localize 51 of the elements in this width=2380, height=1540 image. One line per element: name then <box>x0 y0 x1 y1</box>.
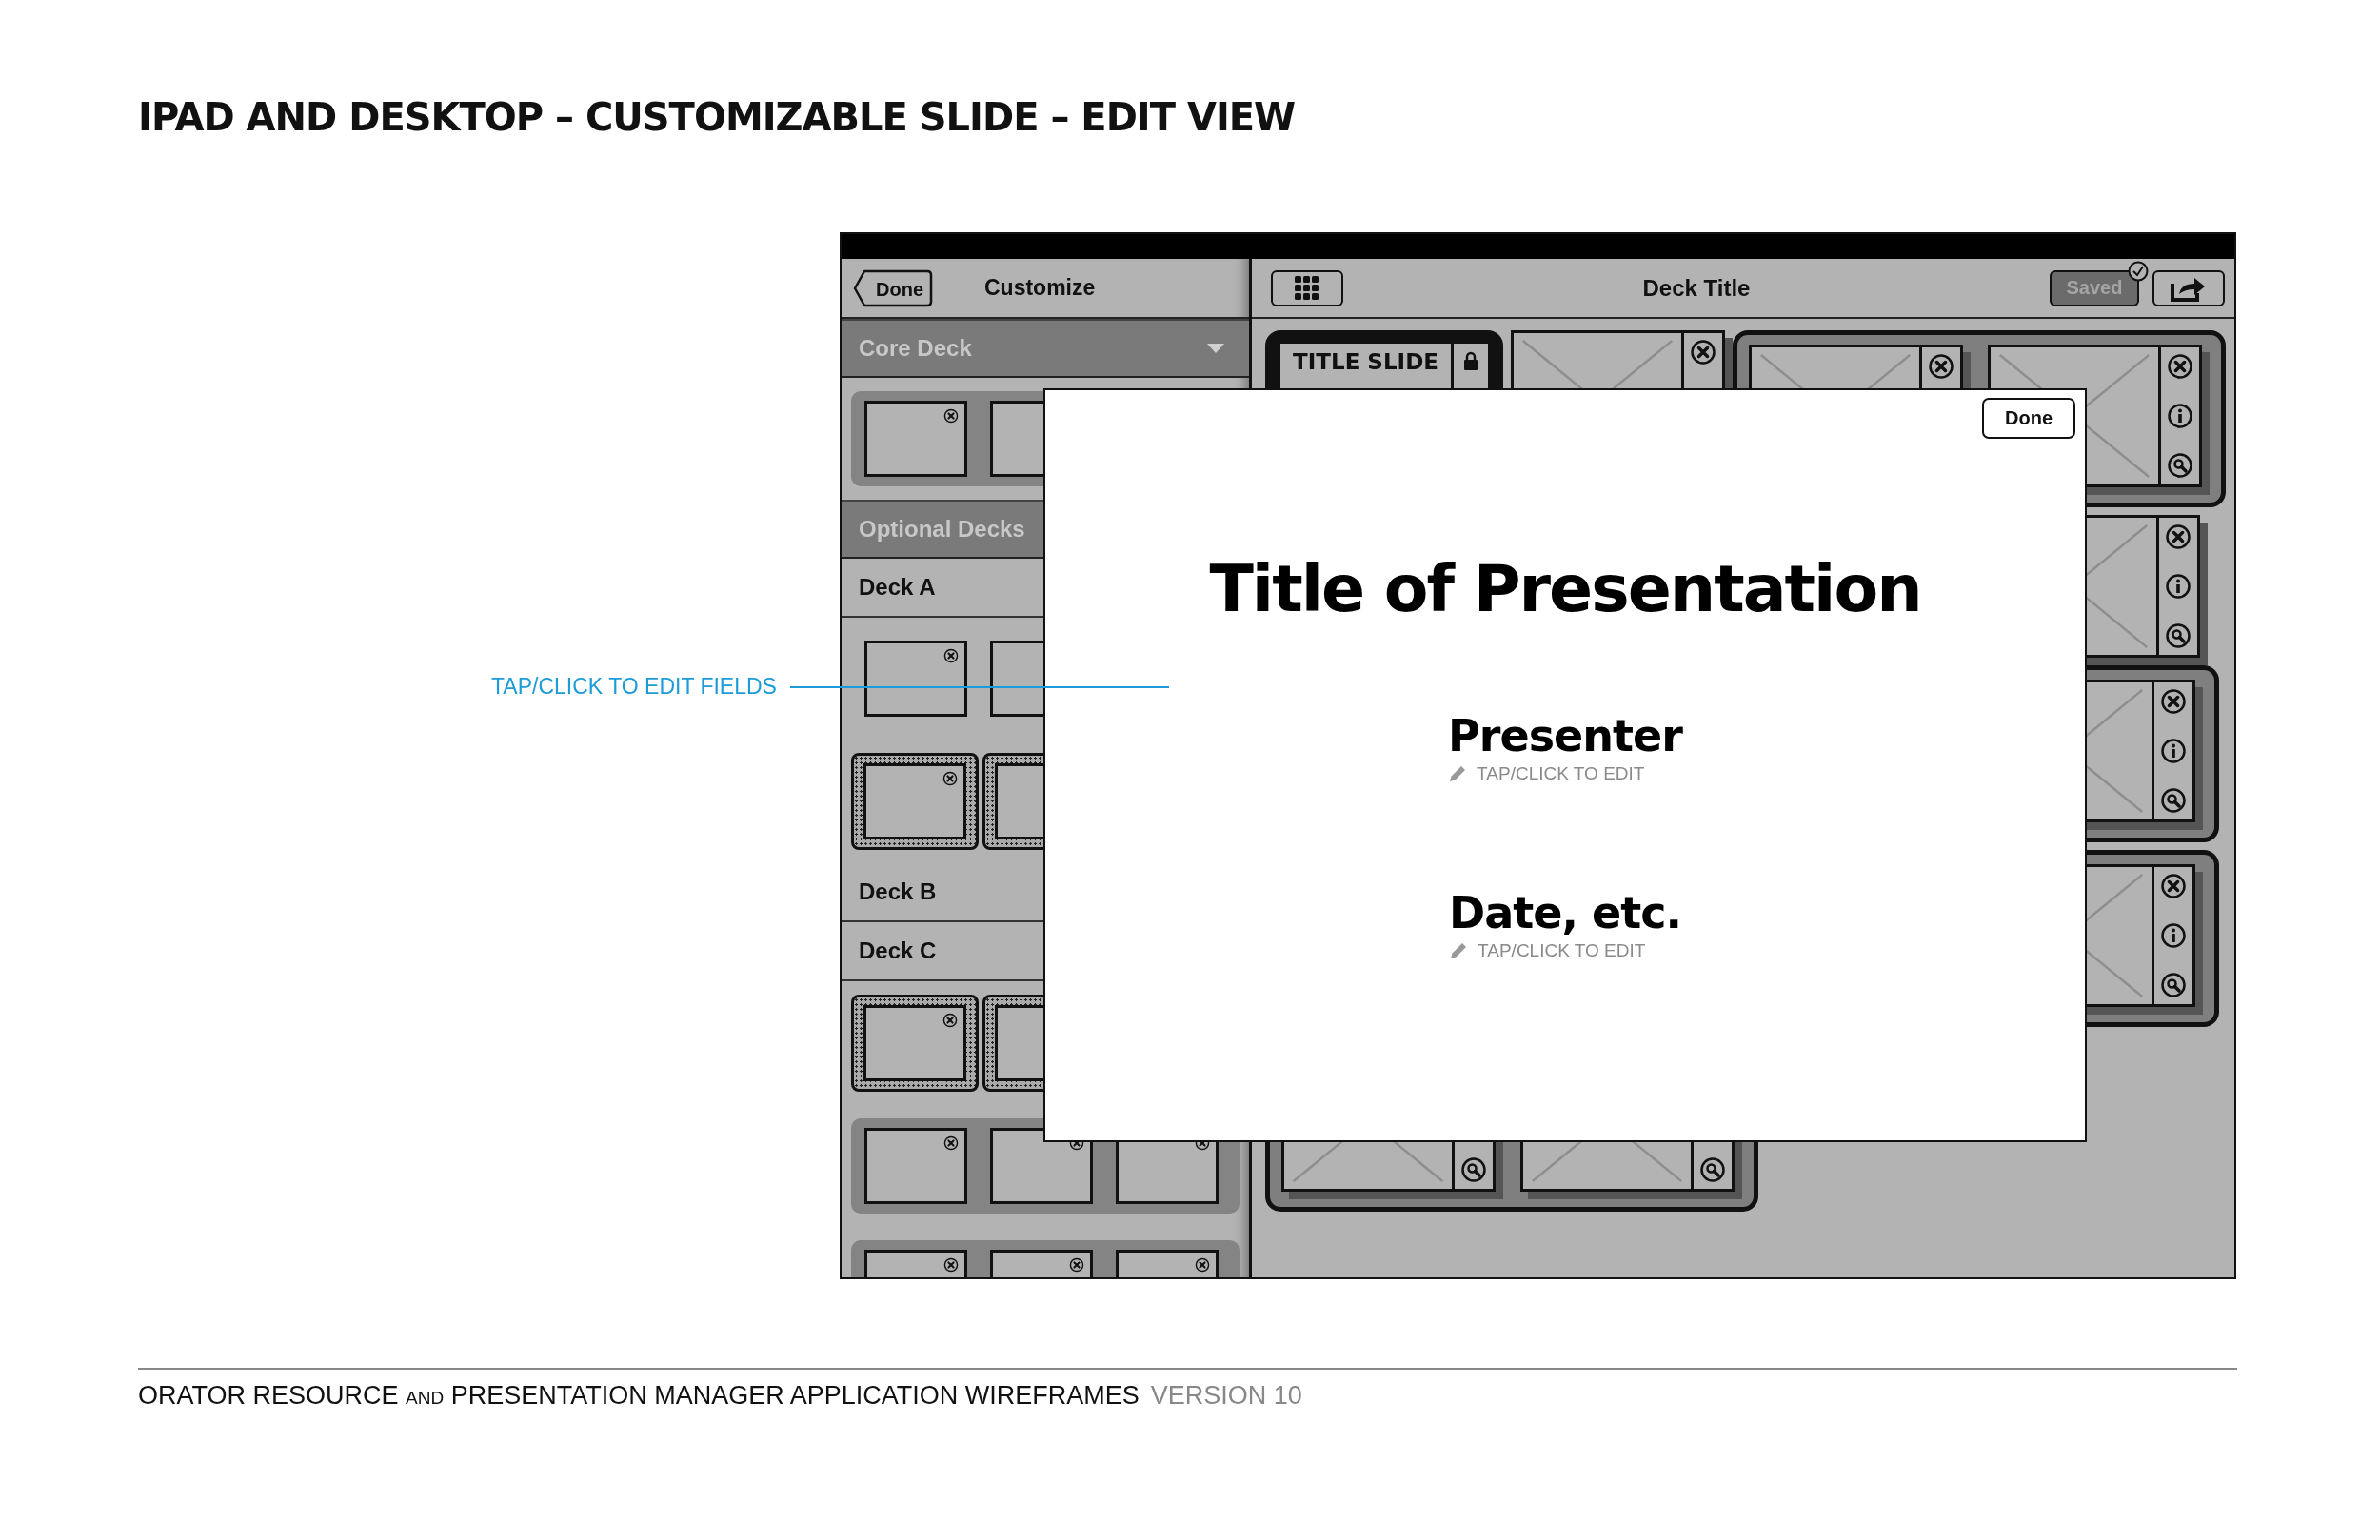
edit-hint: TAP/CLICK TO EDIT <box>1477 763 1645 784</box>
close-icon[interactable] <box>2160 873 2187 899</box>
slide-thumbnail[interactable] <box>990 1128 1093 1204</box>
editable-field[interactable]: Presenter <box>1448 710 1682 761</box>
info-icon[interactable] <box>2160 922 2187 949</box>
close-icon[interactable] <box>2160 688 2187 715</box>
annotation-label: TAP/CLICK TO EDIT FIELDS <box>491 674 777 700</box>
caret-icon[interactable] <box>1207 344 1224 353</box>
slide-thumbnail[interactable] <box>863 1005 966 1081</box>
close-icon[interactable] <box>1195 1257 1210 1273</box>
slide-thumbnail[interactable] <box>863 763 966 839</box>
pencil-icon <box>1449 941 1469 960</box>
search-icon[interactable] <box>2160 972 2187 998</box>
search-icon[interactable] <box>2167 452 2193 479</box>
search-icon[interactable] <box>2165 622 2192 649</box>
sidebar-title: Customize <box>984 275 1096 301</box>
grid-button[interactable] <box>1271 269 1343 306</box>
check-icon <box>2128 260 2149 282</box>
info-icon[interactable] <box>2167 403 2193 429</box>
slide-thumbnail[interactable] <box>864 1128 967 1204</box>
version-label: VERSION 10 <box>1150 1381 1302 1411</box>
close-icon[interactable] <box>2167 353 2193 380</box>
close-icon[interactable] <box>1928 353 1954 380</box>
slide-thumbnail[interactable] <box>864 641 967 717</box>
search-icon[interactable] <box>1699 1156 1726 1183</box>
close-icon[interactable] <box>942 1013 958 1028</box>
close-icon[interactable] <box>1690 339 1716 365</box>
pencil-icon <box>1448 764 1468 783</box>
info-icon[interactable] <box>2160 738 2187 764</box>
footer-text: ORATOR RESOURCE AND PRESENTATION MANAGER APPLICATION WIREFRAMES <box>138 1381 1140 1411</box>
grid-icon <box>1295 275 1319 301</box>
done-button[interactable]: Done <box>1982 398 2075 439</box>
close-icon[interactable] <box>943 1257 959 1273</box>
close-icon[interactable] <box>943 1135 959 1151</box>
close-icon[interactable] <box>1069 1257 1084 1273</box>
editable-field[interactable]: Date, etc. <box>1449 887 1681 938</box>
search-icon[interactable] <box>2160 787 2187 814</box>
edit-hint: TAP/CLICK TO EDIT <box>1478 940 1646 961</box>
back-button[interactable]: Done <box>853 268 933 307</box>
slide-label: TITLE SLIDE <box>1292 348 1439 376</box>
close-icon[interactable] <box>2165 523 2192 550</box>
slide-title[interactable]: Title of Presentation <box>1209 551 1921 626</box>
close-icon[interactable] <box>943 408 959 424</box>
slide-thumbnail[interactable] <box>864 401 967 477</box>
close-icon[interactable] <box>942 771 958 786</box>
deck-title: Deck Title <box>1641 274 1752 302</box>
close-icon[interactable] <box>943 648 959 663</box>
share-button[interactable] <box>2152 269 2225 306</box>
search-icon[interactable] <box>1460 1156 1487 1183</box>
info-icon[interactable] <box>2165 573 2192 600</box>
page-title: IPAD AND DESKTOP – CUSTOMIZABLE SLIDE – EDIT VIEW <box>137 94 1297 139</box>
